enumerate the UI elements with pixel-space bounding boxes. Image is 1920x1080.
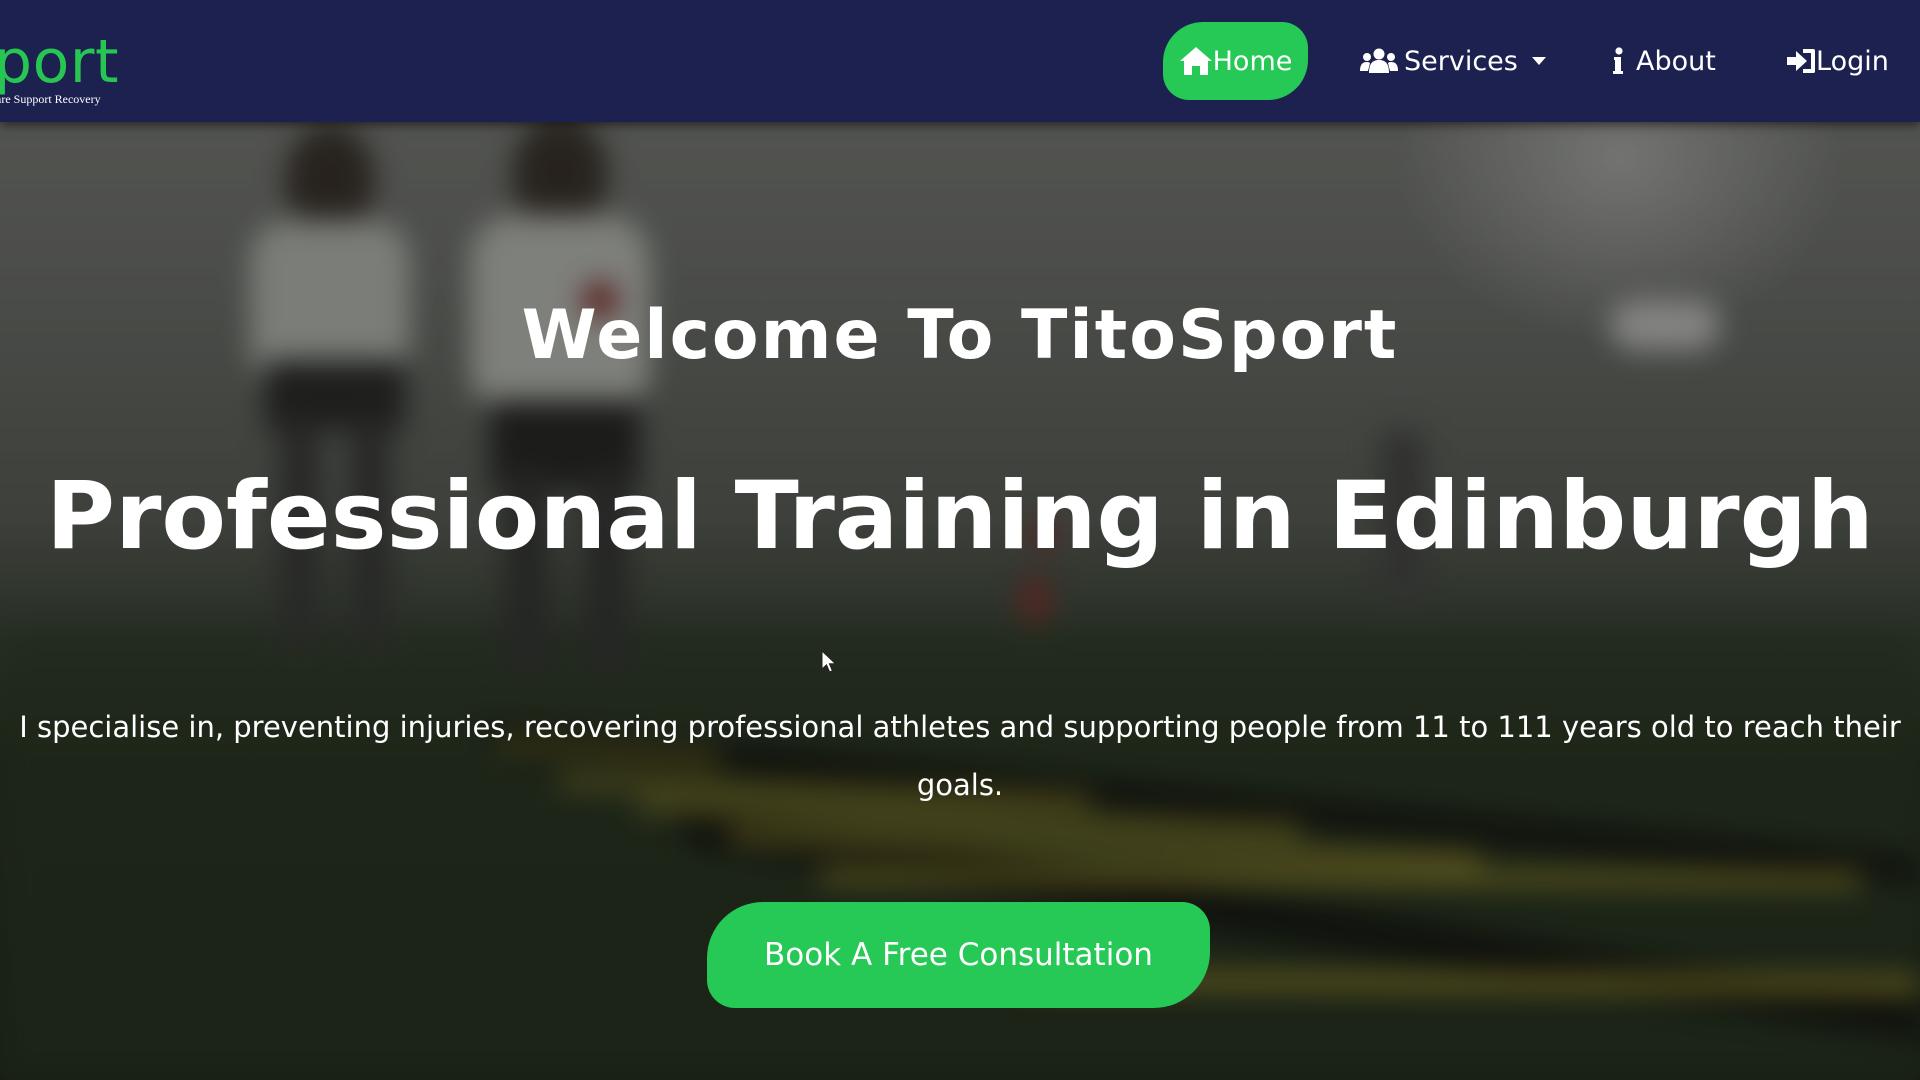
hero-intro-text: I specialise in, preventing injuries, re… [19,710,1901,802]
page: port are Support Recovery Home Services [0,0,1920,1080]
nav-about-link[interactable]: About [1612,22,1716,100]
book-consultation-button[interactable]: Book A Free Consultation [707,902,1210,1008]
users-icon [1360,48,1398,73]
nav-login-link[interactable]: Login [1786,22,1889,100]
brand-logo[interactable]: port are Support Recovery [0,30,119,107]
nav-services-dropdown[interactable]: Services [1360,22,1546,100]
nav-home-label: Home [1212,45,1293,77]
info-icon [1613,47,1623,74]
brand-name: port [0,27,119,97]
navbar: port are Support Recovery Home Services [0,0,1920,122]
home-icon [1179,47,1212,75]
hero-headline: Professional Training in Edinburgh [46,462,1874,571]
sign-in-icon [1787,49,1815,73]
mouse-cursor-icon [821,650,837,673]
nav-login-label: Login [1816,45,1889,77]
nav-home-link[interactable]: Home [1163,22,1308,100]
nav-about-label: About [1636,45,1716,77]
hero-welcome-heading: Welcome To TitoSport [521,296,1399,375]
nav-services-label: Services [1404,45,1518,77]
caret-down-icon [1531,57,1546,65]
